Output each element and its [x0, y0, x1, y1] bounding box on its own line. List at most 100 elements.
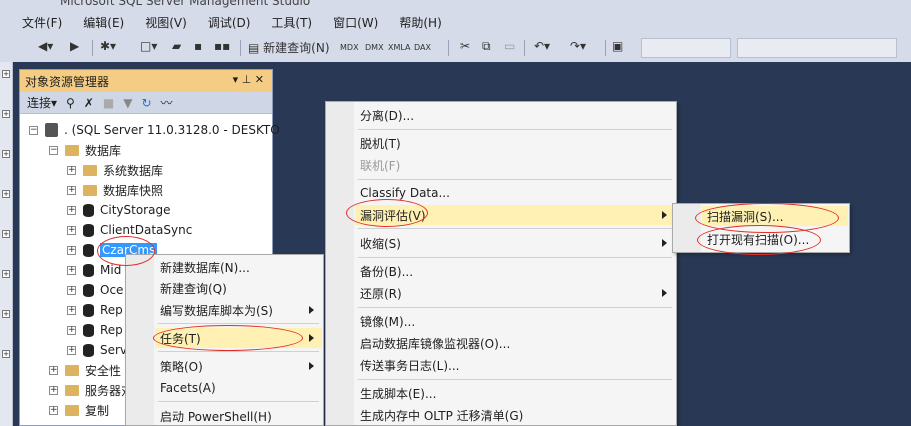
- tree-node-db[interactable]: + Rep: [67, 320, 123, 340]
- tree-node-server[interactable]: − . (SQL Server 11.0.3128.0 - DESKTO: [29, 120, 280, 140]
- connect-button[interactable]: 连接▾: [27, 94, 57, 111]
- expand-icon[interactable]: +: [2, 310, 10, 318]
- replication-label: 复制: [85, 403, 110, 418]
- tree-node-replication[interactable]: + 复制: [49, 400, 109, 420]
- menu-debug[interactable]: 调试(D): [208, 14, 251, 31]
- expand-icon[interactable]: +: [67, 225, 76, 235]
- tree-node-db[interactable]: + Oce: [67, 280, 123, 300]
- expand-icon[interactable]: +: [2, 70, 10, 78]
- menu-item-detach[interactable]: 分离(D)...: [355, 105, 675, 125]
- activity-monitor-icon[interactable]: 〰: [161, 94, 173, 111]
- new-item-icon[interactable]: □▾: [140, 39, 157, 53]
- collapse-icon[interactable]: −: [49, 145, 58, 155]
- menu-help[interactable]: 帮助(H): [399, 14, 441, 31]
- menu-item-label: 启动数据库镜像监视器(O)...: [360, 336, 511, 351]
- new-project-icon[interactable]: ✱▾: [100, 39, 116, 53]
- expand-icon[interactable]: +: [67, 325, 76, 335]
- databases-label: 数据库: [85, 143, 122, 158]
- expand-icon[interactable]: +: [67, 265, 76, 275]
- disconnect-icon[interactable]: ✗: [84, 96, 94, 110]
- save-all-icon[interactable]: ▪▪: [214, 39, 230, 53]
- dax-query-button[interactable]: DAX: [414, 43, 431, 52]
- menu-item-new-query[interactable]: 新建查询(Q): [155, 278, 322, 298]
- expand-icon[interactable]: +: [49, 405, 58, 415]
- menu-bar: 文件(F) 编辑(E) 视图(V) 调试(D) 工具(T) 窗口(W) 帮助(H…: [0, 10, 911, 34]
- database-combo[interactable]: [737, 38, 897, 58]
- new-query-button[interactable]: ▤ 新建查询(N): [248, 39, 330, 56]
- copy-icon[interactable]: ⧉: [482, 39, 491, 54]
- tasks-submenu: 分离(D)... 脱机(T) 联机(F) Classify Data... 漏洞…: [325, 101, 677, 426]
- menu-item-powershell[interactable]: 启动 PowerShell(H): [155, 406, 322, 426]
- collapse-icon[interactable]: −: [29, 125, 38, 135]
- expand-icon[interactable]: +: [67, 345, 76, 355]
- tree-node-system-databases[interactable]: + 系统数据库: [67, 160, 163, 180]
- menu-item-new-database[interactable]: 新建数据库(N)...: [155, 257, 322, 277]
- expand-icon[interactable]: +: [2, 230, 10, 238]
- menu-tools[interactable]: 工具(T): [271, 14, 312, 31]
- menu-item-policies[interactable]: 策略(O): [155, 356, 322, 376]
- database-icon: [83, 223, 94, 237]
- xmla-query-button[interactable]: XMLA: [388, 43, 411, 52]
- menu-item-oltp-checklist[interactable]: 生成内存中 OLTP 迁移清单(G): [355, 405, 675, 425]
- expand-icon[interactable]: +: [2, 350, 10, 358]
- menu-item-mirror-monitor[interactable]: 启动数据库镜像监视器(O)...: [355, 333, 675, 353]
- panel-controls-icon[interactable]: ▾ ⊥ ✕: [233, 73, 264, 86]
- forward-icon[interactable]: ▶: [70, 39, 79, 53]
- menu-item-log-shipping[interactable]: 传送事务日志(L)...: [355, 355, 675, 375]
- menu-item-script-database[interactable]: 编写数据库脚本为(S): [155, 300, 322, 320]
- connect-icon[interactable]: ⚲: [66, 96, 75, 110]
- refresh-icon[interactable]: ↻: [141, 96, 151, 110]
- tree-node-databases[interactable]: − 数据库: [49, 140, 121, 160]
- mdx-query-button[interactable]: MDX: [340, 43, 359, 52]
- expand-icon[interactable]: +: [67, 285, 76, 295]
- menu-item-label: 编写数据库脚本为(S): [160, 303, 273, 318]
- menu-item-shrink[interactable]: 收缩(S): [355, 233, 675, 253]
- menu-file[interactable]: 文件(F): [22, 14, 62, 31]
- menu-gutter: [326, 102, 354, 425]
- expand-icon[interactable]: +: [67, 305, 76, 315]
- menu-separator: [158, 351, 319, 352]
- expand-icon[interactable]: +: [49, 365, 58, 375]
- properties-icon[interactable]: ▣: [612, 39, 623, 53]
- open-folder-icon[interactable]: ▰: [172, 39, 181, 53]
- cut-icon[interactable]: ✂: [460, 39, 470, 53]
- menu-item-online[interactable]: 联机(F): [355, 155, 675, 175]
- back-icon[interactable]: ◀▾: [38, 39, 53, 53]
- menu-view[interactable]: 视图(V): [145, 14, 187, 31]
- menu-item-mirror[interactable]: 镜像(M)...: [355, 311, 675, 331]
- menu-item-facets[interactable]: Facets(A): [155, 378, 322, 398]
- tree-node-snapshots[interactable]: + 数据库快照: [67, 180, 163, 200]
- tree-node-db[interactable]: + Serv: [67, 340, 127, 360]
- paste-icon[interactable]: ▭: [504, 39, 515, 53]
- expand-icon[interactable]: +: [67, 205, 76, 215]
- save-icon[interactable]: ▪: [194, 39, 202, 53]
- tree-node-security[interactable]: + 安全性: [49, 360, 121, 380]
- tree-node-db[interactable]: + CityStorage: [67, 200, 170, 220]
- left-dock-strip: + + + + + + + +: [0, 62, 13, 426]
- solution-config-combo[interactable]: [641, 38, 731, 58]
- menu-item-backup[interactable]: 备份(B)...: [355, 261, 675, 281]
- menu-item-offline[interactable]: 脱机(T): [355, 133, 675, 153]
- dmx-query-button[interactable]: DMX: [365, 43, 384, 52]
- expand-icon[interactable]: +: [2, 150, 10, 158]
- folder-icon: [65, 144, 79, 156]
- menu-edit[interactable]: 编辑(E): [83, 14, 124, 31]
- tree-node-db[interactable]: + Rep: [67, 300, 123, 320]
- toolbar-separator: [92, 40, 93, 56]
- filter-icon[interactable]: ▼: [123, 96, 132, 110]
- expand-icon[interactable]: +: [67, 245, 76, 255]
- expand-icon[interactable]: +: [67, 165, 76, 175]
- expand-icon[interactable]: +: [2, 270, 10, 278]
- tree-node-server-objects[interactable]: + 服务器对: [49, 380, 133, 400]
- expand-icon[interactable]: +: [2, 110, 10, 118]
- undo-icon[interactable]: ↶▾: [534, 39, 550, 53]
- stop-icon[interactable]: ■: [103, 96, 114, 110]
- menu-item-restore[interactable]: 还原(R): [355, 283, 675, 303]
- expand-icon[interactable]: +: [49, 385, 58, 395]
- menu-item-generate-scripts[interactable]: 生成脚本(E)...: [355, 383, 675, 403]
- redo-icon[interactable]: ↷▾: [570, 39, 586, 53]
- expand-icon[interactable]: +: [2, 190, 10, 198]
- expand-icon[interactable]: +: [67, 185, 76, 195]
- database-icon: [83, 263, 94, 277]
- menu-window[interactable]: 窗口(W): [333, 14, 378, 31]
